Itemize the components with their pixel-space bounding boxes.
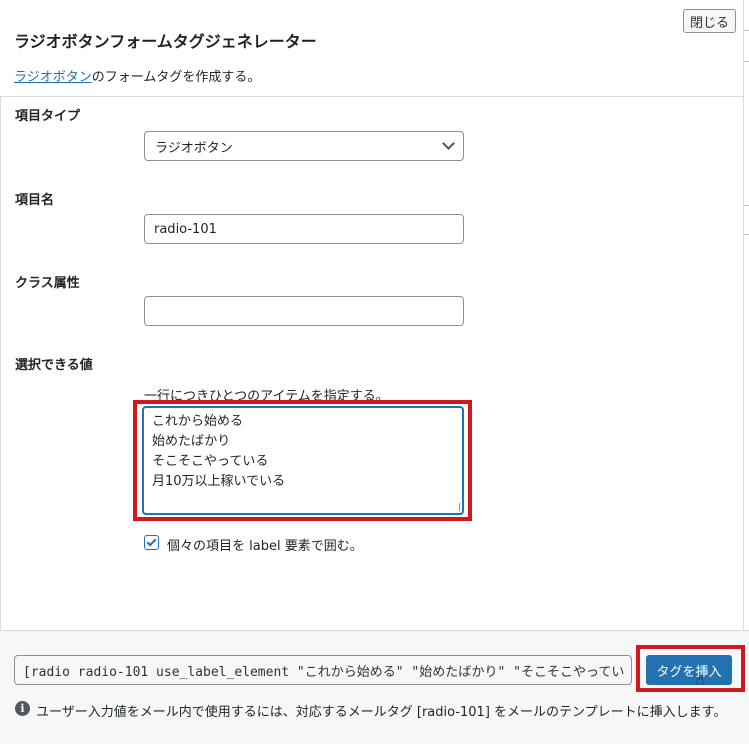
options-label: 選択できる値 xyxy=(15,358,93,373)
field-name-value: radio-101 xyxy=(154,221,217,237)
insert-tag-button[interactable]: タグを挿入 xyxy=(646,655,732,685)
background-edge xyxy=(743,0,749,630)
dialog-description: ラジオボタンのフォームタグを作成する。 xyxy=(14,66,260,85)
header-divider xyxy=(0,96,743,97)
form-tag-generator-dialog: 閉じる ラジオボタンフォームタグジェネレーター ラジオボタンのフォームタグを作成… xyxy=(0,0,749,744)
radio-docs-link[interactable]: ラジオボタン xyxy=(14,70,92,85)
dialog-title: ラジオボタンフォームタグジェネレーター xyxy=(14,32,317,51)
class-attr-label: クラス属性 xyxy=(15,276,80,291)
field-name-label: 項目名 xyxy=(15,193,55,208)
chevron-down-icon xyxy=(442,137,455,150)
use-label-checkbox[interactable] xyxy=(144,535,159,550)
mail-tag-info: ユーザー入力値をメール内で使用するには、対応するメールタグ [radio-101… xyxy=(36,705,727,720)
description-text: のフォームタグを作成する。 xyxy=(91,70,261,85)
hand-cursor-icon: ☝ xyxy=(695,670,705,689)
option-line: これから始める xyxy=(152,414,244,429)
class-attr-input[interactable] xyxy=(144,296,464,326)
use-label-text: 個々の項目を label 要素で囲む。 xyxy=(167,539,363,554)
field-type-select[interactable]: ラジオボタン xyxy=(144,131,464,161)
field-name-input[interactable]: radio-101 xyxy=(144,214,464,244)
content-border xyxy=(0,96,1,630)
options-textarea[interactable]: これから始める 始めたばかり そこそこやっている 月10万以上稼いでいる xyxy=(142,406,464,515)
field-type-label: 項目タイプ xyxy=(15,109,81,124)
info-icon: i xyxy=(15,701,30,716)
generated-tag-text: [radio radio-101 use_label_element "これから… xyxy=(23,664,625,680)
option-line: 月10万以上稼いでいる xyxy=(152,474,286,489)
close-button[interactable]: 閉じる xyxy=(683,9,736,33)
generated-tag-field[interactable]: [radio radio-101 use_label_element "これから… xyxy=(14,655,632,685)
field-type-value: ラジオボタン xyxy=(155,140,233,156)
option-line: そこそこやっている xyxy=(152,454,269,469)
option-line: 始めたばかり xyxy=(152,434,231,449)
checkmark-icon xyxy=(146,536,157,546)
resize-grip-icon[interactable] xyxy=(452,503,460,511)
